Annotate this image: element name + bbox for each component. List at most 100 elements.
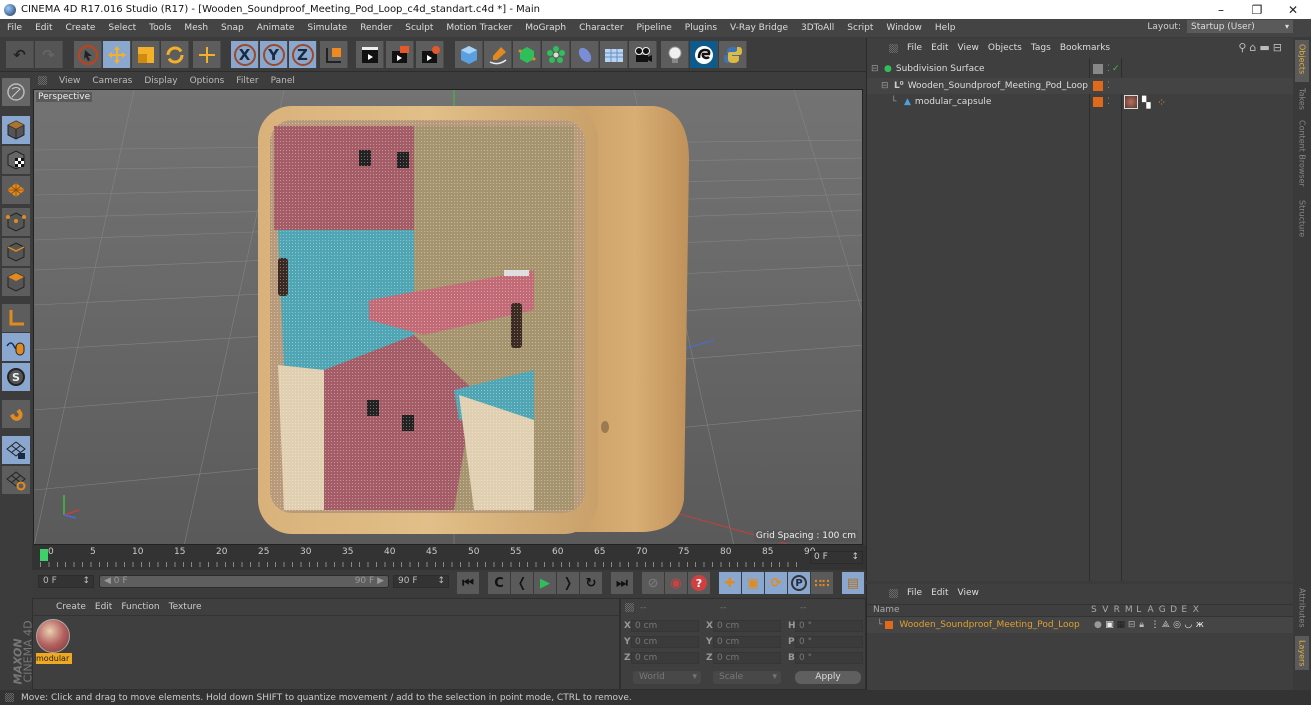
- 3dtoall-button[interactable]: [690, 41, 718, 68]
- object-menu-tags[interactable]: Tags: [1028, 43, 1057, 53]
- axis-mode-button[interactable]: [2, 304, 30, 332]
- material-menu-create[interactable]: Create: [53, 602, 92, 612]
- panel-grip-icon[interactable]: [889, 43, 898, 53]
- panel-grip-icon[interactable]: [38, 76, 47, 85]
- position-field[interactable]: 0 cm: [631, 636, 699, 648]
- render-icon[interactable]: ▦: [1117, 620, 1126, 630]
- visibility-dots-icon[interactable]: ⁚: [1107, 81, 1110, 91]
- menu-window[interactable]: Window: [879, 23, 928, 33]
- object-menu-bookmarks[interactable]: Bookmarks: [1057, 43, 1116, 53]
- home-icon[interactable]: ⌂: [1249, 41, 1259, 54]
- edges-mode-button[interactable]: [2, 238, 30, 266]
- camera-button[interactable]: [629, 41, 657, 68]
- cube-button[interactable]: [455, 41, 483, 68]
- material-menu-texture[interactable]: Texture: [166, 602, 208, 612]
- position-field[interactable]: 0 cm: [631, 652, 699, 664]
- coordinate-system-button[interactable]: [320, 41, 348, 68]
- menu-character[interactable]: Character: [572, 23, 629, 33]
- undo-button[interactable]: ↶: [6, 41, 34, 68]
- layout-dropdown[interactable]: Startup (User): [1187, 20, 1293, 33]
- minimize-button[interactable]: –: [1203, 0, 1239, 19]
- close-button[interactable]: ✕: [1275, 0, 1311, 19]
- floor-button[interactable]: [600, 41, 628, 68]
- texture-mode-button[interactable]: [2, 146, 30, 174]
- viewport-menu-display[interactable]: Display: [138, 76, 183, 86]
- record-button[interactable]: ⊘: [642, 572, 664, 594]
- object-row[interactable]: └ ▲ modular_capsule ⁚ ▚ ⁘: [867, 94, 1294, 110]
- position-field[interactable]: 0 cm: [631, 620, 699, 632]
- layer-column-v[interactable]: V: [1102, 605, 1108, 615]
- 3d-viewport[interactable]: Perspective Grid Spacing : 100 cm: [33, 89, 863, 545]
- size-field[interactable]: 0 cm: [713, 652, 781, 664]
- locked-workplane-button[interactable]: [2, 436, 30, 464]
- menu-sculpt[interactable]: Sculpt: [398, 23, 439, 33]
- expand-panel-icon[interactable]: ⊟: [1273, 41, 1285, 54]
- scale-button[interactable]: [132, 41, 160, 68]
- render-picture-viewer-button[interactable]: [386, 41, 414, 68]
- animation-icon[interactable]: ⋮: [1151, 620, 1160, 630]
- layer-column-x[interactable]: X: [1193, 605, 1199, 615]
- coordinate-mode-dropdown[interactable]: World ▾: [633, 671, 701, 684]
- snap-button[interactable]: [2, 400, 30, 428]
- minimize-panel-icon[interactable]: ▬: [1259, 41, 1272, 54]
- render-view-button[interactable]: [356, 41, 384, 68]
- menu-mograph[interactable]: MoGraph: [518, 23, 572, 33]
- viewport-menu-cameras[interactable]: Cameras: [86, 76, 138, 86]
- menu-plugins[interactable]: Plugins: [678, 23, 723, 33]
- next-frame-button[interactable]: ❭: [557, 572, 579, 594]
- expressions-icon[interactable]: ◡: [1184, 620, 1192, 630]
- model-mode-button[interactable]: [2, 116, 30, 144]
- previous-frame-button[interactable]: ❬: [511, 572, 533, 594]
- menu-v-ray-bridge[interactable]: V-Ray Bridge: [723, 23, 794, 33]
- panel-grip-icon[interactable]: [625, 603, 634, 612]
- object-menu-file[interactable]: File: [904, 43, 928, 53]
- z-axis-button[interactable]: Z: [289, 41, 317, 68]
- menu-mesh[interactable]: Mesh: [177, 23, 214, 33]
- rotation-field[interactable]: 0 °: [795, 652, 863, 664]
- next-key-button[interactable]: ↻: [580, 572, 602, 594]
- object-name[interactable]: Subdivision Surface: [896, 64, 985, 74]
- cloner-button[interactable]: [542, 41, 570, 68]
- deformers-icon[interactable]: ◎: [1173, 620, 1181, 630]
- key-pla-button[interactable]: ∷∷: [811, 572, 833, 594]
- tab-layers[interactable]: Layers: [1295, 636, 1309, 670]
- generators-icon[interactable]: ⟁: [1162, 620, 1170, 630]
- tweak-mode-button[interactable]: [2, 333, 30, 361]
- end-frame-field[interactable]: 90 F ↕: [393, 575, 449, 588]
- menu-tools[interactable]: Tools: [142, 23, 177, 33]
- object-menu-edit[interactable]: Edit: [928, 43, 954, 53]
- layer-color-icon[interactable]: [1093, 80, 1103, 91]
- menu-help[interactable]: Help: [928, 23, 962, 33]
- menu-script[interactable]: Script: [840, 23, 879, 33]
- menu-render[interactable]: Render: [353, 23, 398, 33]
- python-button[interactable]: [719, 41, 747, 68]
- y-axis-button[interactable]: Y: [260, 41, 288, 68]
- viewport-menu-filter[interactable]: Filter: [230, 76, 264, 86]
- menu-animate[interactable]: Animate: [250, 23, 301, 33]
- frame-range-slider[interactable]: ◀ 0 F 90 F ▶: [99, 575, 389, 588]
- viewport-menu-panel[interactable]: Panel: [265, 76, 301, 86]
- rotate-button[interactable]: [161, 41, 189, 68]
- timeline-button[interactable]: ▤: [842, 572, 864, 594]
- object-menu-objects[interactable]: Objects: [985, 43, 1028, 53]
- edit-render-settings-button[interactable]: [416, 41, 444, 68]
- menu-motion-tracker[interactable]: Motion Tracker: [439, 23, 518, 33]
- layer-menu-file[interactable]: File: [904, 588, 928, 598]
- previous-key-button[interactable]: C: [488, 572, 510, 594]
- size-field[interactable]: 0 cm: [713, 620, 781, 632]
- visible-icon[interactable]: ▣: [1105, 620, 1114, 630]
- expand-toggle-icon[interactable]: ⊟: [881, 81, 892, 91]
- menu-3dtoall[interactable]: 3DToAll: [794, 23, 840, 33]
- material-menu-function[interactable]: Function: [118, 602, 165, 612]
- material-tag-icon[interactable]: [1124, 95, 1138, 109]
- subdivision-button[interactable]: [513, 41, 541, 68]
- move-button[interactable]: [103, 41, 131, 68]
- object-name[interactable]: modular_capsule: [915, 97, 992, 107]
- key-scale-button[interactable]: ▣: [742, 572, 764, 594]
- object-name[interactable]: Wooden_Soundproof_Meeting_Pod_Loop: [908, 81, 1088, 91]
- recent-tool-button[interactable]: [193, 41, 221, 68]
- viewport-menu-options[interactable]: Options: [184, 76, 231, 86]
- key-position-button[interactable]: ✚: [719, 572, 741, 594]
- key-parameter-button[interactable]: P: [788, 572, 810, 594]
- object-row[interactable]: ⊟ L⁰ Wooden_Soundproof_Meeting_Pod_Loop ⁚: [867, 77, 1294, 94]
